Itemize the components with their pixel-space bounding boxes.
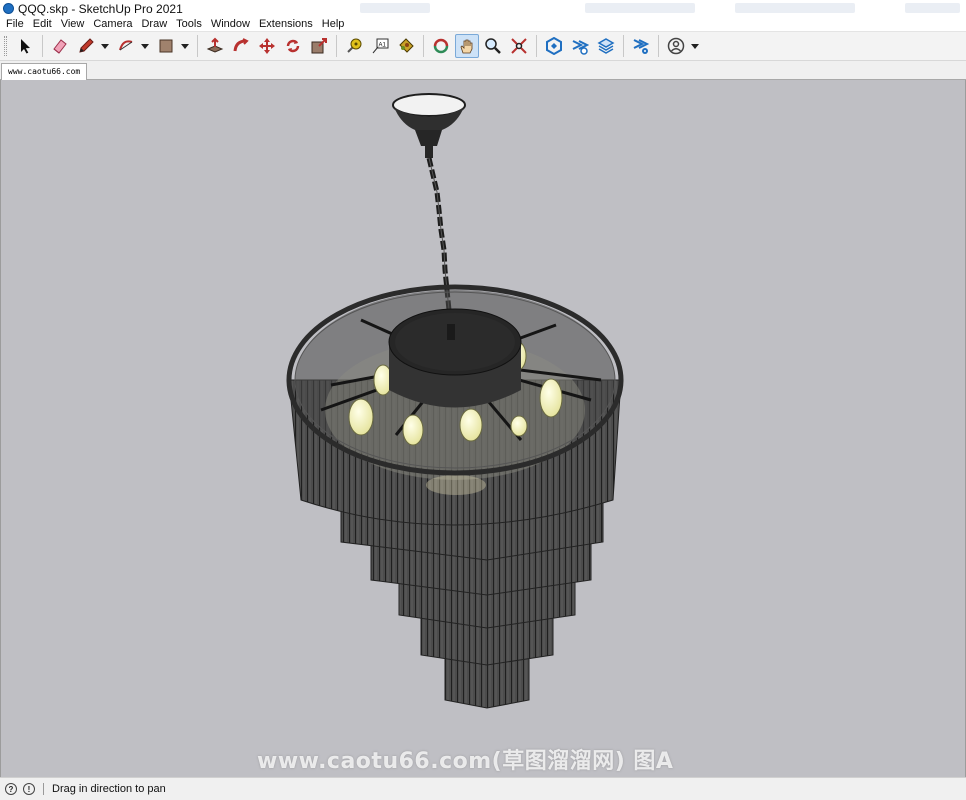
text-label-icon: A1 [372, 38, 389, 54]
toolbar-separator [623, 35, 624, 57]
layout-button[interactable] [594, 34, 618, 58]
follow-me-icon [233, 38, 249, 52]
rectangle-icon [159, 39, 173, 53]
pencil-icon [79, 38, 94, 53]
tape-measure-tool[interactable] [342, 34, 366, 58]
3d-warehouse-button[interactable] [542, 34, 566, 58]
move-icon [259, 38, 275, 54]
text-tool[interactable]: A1 [368, 34, 392, 58]
watermark-text: www.caotu66.com(草图溜溜网) 图A [257, 749, 674, 774]
push-pull-tool[interactable] [203, 34, 227, 58]
scale-tool[interactable] [307, 34, 331, 58]
main-toolbar: A1 [0, 32, 966, 61]
menu-window[interactable]: Window [207, 18, 255, 30]
extension-manager-icon [633, 39, 650, 54]
credits-info-icon[interactable]: ! [23, 783, 35, 795]
chandelier-model [286, 93, 624, 709]
warehouse-icon [546, 37, 562, 55]
pencil-dropdown-arrow[interactable] [100, 34, 110, 58]
scene-tab-strip: www.caotu66.com [0, 61, 966, 80]
follow-me-tool[interactable] [229, 34, 253, 58]
geolocation-icon[interactable]: ? [5, 783, 17, 795]
push-pull-icon [206, 37, 224, 53]
toolbar-separator [336, 35, 337, 57]
zoom-extents-icon [511, 38, 527, 54]
arc-tool[interactable] [114, 34, 138, 58]
rectangle-dropdown-arrow[interactable] [180, 34, 190, 58]
eraser-tool[interactable] [48, 34, 72, 58]
user-profile-icon [667, 37, 685, 55]
toolbar-separator [197, 35, 198, 57]
zoom-icon [485, 38, 501, 54]
rotate-tool[interactable] [281, 34, 305, 58]
svg-text:A1: A1 [379, 43, 387, 49]
pan-tool[interactable] [455, 34, 479, 58]
rotate-icon [286, 39, 300, 53]
menu-extensions[interactable]: Extensions [255, 18, 318, 30]
paint-bucket-tool[interactable] [394, 34, 418, 58]
account-button[interactable] [664, 34, 688, 58]
scene-tab[interactable]: www.caotu66.com [1, 63, 88, 80]
title-bar: QQQ.skp - SketchUp Pro 2021 [0, 0, 966, 17]
arc-dropdown-arrow[interactable] [140, 34, 150, 58]
menu-view[interactable]: View [57, 18, 90, 30]
zoom-extents-tool[interactable] [507, 34, 531, 58]
background-blur-strip [905, 3, 960, 13]
sketchup-app-icon [3, 3, 14, 14]
account-dropdown-arrow[interactable] [690, 34, 700, 58]
pan-hand-icon [460, 39, 473, 54]
paint-bucket-icon [399, 38, 414, 53]
orbit-tool[interactable] [429, 34, 453, 58]
scale-icon [311, 38, 327, 54]
toolbar-separator [536, 35, 537, 57]
extension-manager-button[interactable] [629, 34, 653, 58]
menu-help[interactable]: Help [318, 18, 350, 30]
eraser-icon [53, 39, 67, 54]
extension-warehouse-icon [572, 40, 589, 55]
toolbar-separator [423, 35, 424, 57]
toolbar-separator [658, 35, 659, 57]
menu-draw[interactable]: Draw [137, 18, 172, 30]
arc-icon [119, 40, 133, 51]
menu-edit[interactable]: Edit [29, 18, 57, 30]
toolbar-grip[interactable] [4, 36, 7, 56]
move-tool[interactable] [255, 34, 279, 58]
status-divider [43, 783, 44, 795]
tape-measure-icon [347, 38, 362, 53]
menu-tools[interactable]: Tools [172, 18, 207, 30]
status-bar: ? ! Drag in direction to pan [0, 777, 966, 800]
layers-icon [597, 38, 615, 54]
menu-file[interactable]: File [2, 18, 29, 30]
status-message: Drag in direction to pan [52, 783, 166, 795]
menu-bar: File Edit View Camera Draw Tools Window … [0, 17, 966, 32]
select-tool[interactable] [13, 34, 37, 58]
window-title: QQQ.skp - SketchUp Pro 2021 [18, 1, 183, 16]
background-blur-strip [585, 3, 695, 13]
menu-camera[interactable]: Camera [89, 18, 137, 30]
extension-warehouse-button[interactable] [568, 34, 592, 58]
orbit-icon [433, 38, 449, 54]
zoom-tool[interactable] [481, 34, 505, 58]
background-blur-strip [360, 3, 430, 13]
arrow-cursor-icon [21, 39, 30, 54]
toolbar-separator [42, 35, 43, 57]
background-blur-strip [735, 3, 855, 13]
pencil-tool[interactable] [74, 34, 98, 58]
drawing-viewport[interactable]: www.caotu66.com(草图溜溜网) 图A [0, 80, 966, 777]
rectangle-tool[interactable] [154, 34, 178, 58]
